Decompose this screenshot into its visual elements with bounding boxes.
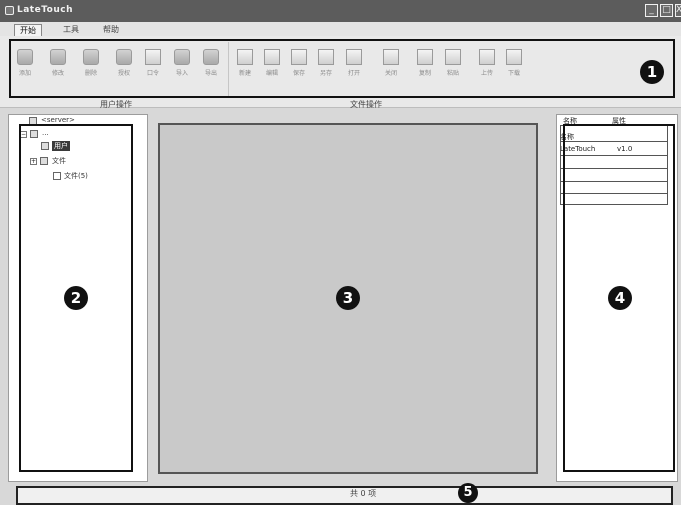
tree-root-label[interactable]: <server> [41, 116, 75, 124]
group-label-user-ops: 用户操作 [100, 100, 132, 109]
close-button[interactable]: X [675, 4, 681, 17]
tab-help[interactable]: 帮助 [98, 24, 124, 36]
minimize-button[interactable]: _ [645, 4, 658, 17]
callout-box-1 [9, 39, 675, 98]
callout-number-5: 5 [458, 483, 478, 503]
tab-tools[interactable]: 工具 [58, 24, 84, 36]
window-title: LateTouch [17, 5, 73, 15]
status-text: 共 0 项 [350, 489, 377, 498]
title-bar: LateTouch _ □ X [0, 0, 681, 22]
callout-number-3: 3 [336, 286, 360, 310]
callout-number-4: 4 [608, 286, 632, 310]
status-bar [16, 486, 673, 505]
callout-number-2: 2 [64, 286, 88, 310]
callout-number-1: 1 [640, 60, 664, 84]
restore-button[interactable]: □ [660, 4, 673, 17]
app-logo-icon [5, 6, 14, 15]
tab-start[interactable]: 开始 [14, 24, 42, 36]
group-label-file-ops: 文件操作 [350, 100, 382, 109]
